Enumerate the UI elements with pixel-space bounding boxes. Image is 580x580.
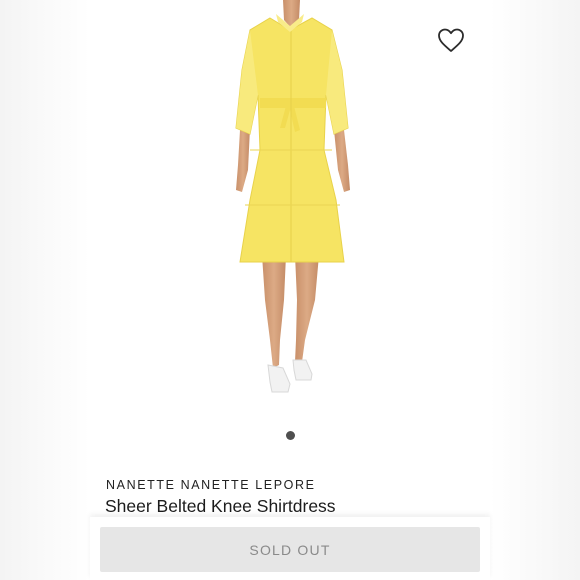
product-image[interactable] <box>90 0 490 415</box>
product-title: Sheer Belted Knee Shirtdress <box>105 496 336 516</box>
sold-out-button[interactable]: SOLD OUT <box>100 527 480 572</box>
pagination-dot-active[interactable] <box>285 431 295 440</box>
image-pagination <box>0 427 580 445</box>
favorite-heart-icon[interactable] <box>436 26 466 54</box>
product-page: NANETTE NANETTE LEPORE Sheer Belted Knee… <box>0 0 580 580</box>
product-brand[interactable]: NANETTE NANETTE LEPORE <box>106 478 316 492</box>
